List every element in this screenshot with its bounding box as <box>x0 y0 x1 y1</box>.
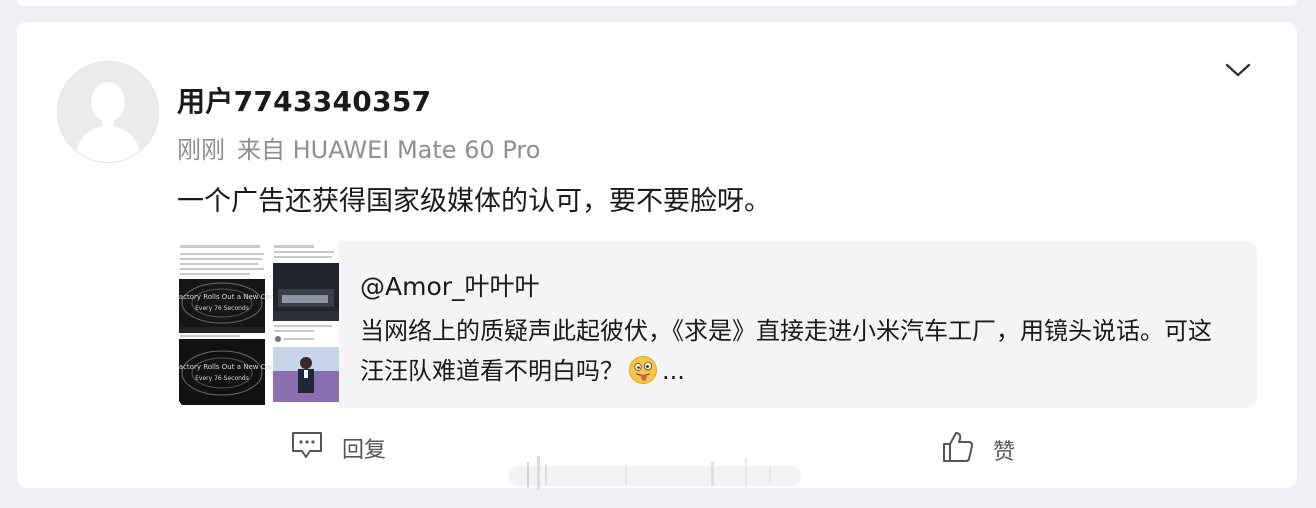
tongue-face-emoji-icon <box>628 355 658 385</box>
reply-label: 回复 <box>342 438 387 463</box>
comment-icon <box>290 430 324 466</box>
username[interactable]: 用户7743340357 <box>177 80 431 120</box>
thumbnail-caption-3: i Factory Rolls Out a New Car <box>178 363 273 371</box>
thumbnail-caption-1: i Factory Rolls Out a New Car <box>178 293 273 301</box>
thumbnail-caption-2: Every 76 Seconds <box>195 305 249 312</box>
post-source: 来自 HUAWEI Mate 60 Pro <box>237 136 541 164</box>
repost-author[interactable]: @Amor_叶叶叶 <box>360 267 540 303</box>
thumbs-up-icon <box>941 430 975 470</box>
repost-text-body: 当网络上的质疑声此起彼伏，《求是》直接走进小米汽车工厂，用镜头说话。可这汪汪队难… <box>360 317 1212 385</box>
like-button[interactable]: 赞 <box>941 430 1015 470</box>
previous-card-edge <box>17 0 1297 6</box>
repost-thumbnail[interactable]: i Factory Rolls Out a New Car Every 76 S… <box>178 241 339 408</box>
more-options-button[interactable] <box>1223 58 1253 82</box>
chevron-down-icon <box>1225 63 1251 77</box>
like-label: 赞 <box>993 440 1016 465</box>
default-avatar-icon <box>58 62 158 162</box>
comment-card: 用户7743340357 刚刚 来自 HUAWEI Mate 60 Pro 一个广… <box>17 22 1297 490</box>
repost-text[interactable]: 当网络上的质疑声此起彼伏，《求是》直接走进小米汽车工厂，用镜头说话。可这汪汪队难… <box>360 311 1220 391</box>
avatar[interactable] <box>57 61 159 163</box>
post-time: 刚刚 <box>177 136 225 164</box>
screenshot-collage-image: i Factory Rolls Out a New Car Every 76 S… <box>178 241 339 408</box>
reply-button[interactable]: 回复 <box>290 430 386 466</box>
post-content: 一个广告还获得国家级媒体的认可，要不要脸呀。 <box>177 186 771 217</box>
repost-text-ellipsis: ... <box>662 357 685 385</box>
thumbnail-caption-4: Every 76 Seconds <box>195 375 249 382</box>
post-meta: 刚刚 来自 HUAWEI Mate 60 Pro <box>177 130 540 165</box>
repost-card[interactable]: i Factory Rolls Out a New Car Every 76 S… <box>178 241 1257 408</box>
scrollbar-handle[interactable] <box>505 452 805 492</box>
